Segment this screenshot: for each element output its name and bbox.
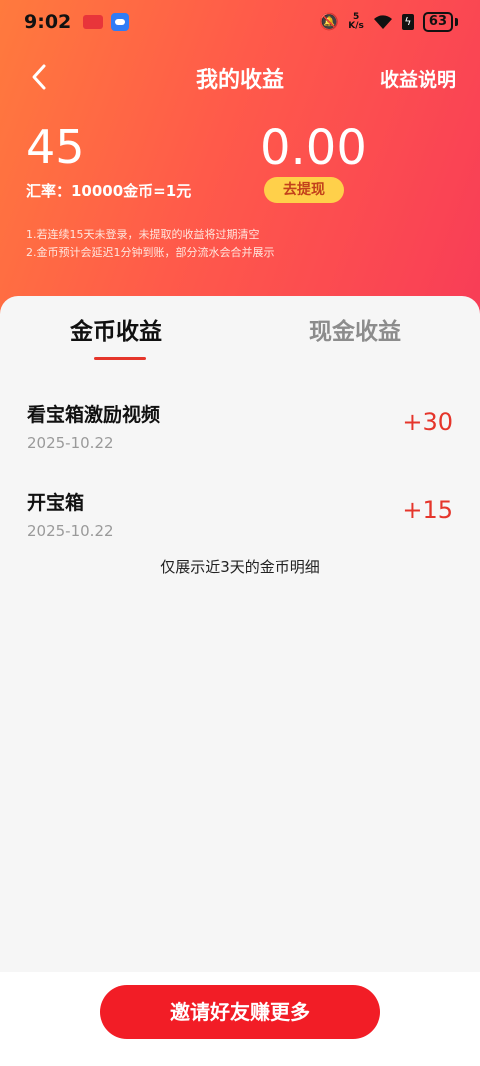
withdraw-button[interactable]: 去提现 [264, 177, 344, 203]
earnings-info-link[interactable]: 收益说明 [380, 65, 456, 92]
status-time: 9:02 [24, 11, 72, 33]
record-date: 2025-10.22 [27, 522, 114, 540]
tab-bar: 金币收益 现金收益 [0, 296, 480, 372]
record-title: 看宝箱激励视频 [27, 404, 161, 426]
records-panel: 金币收益 现金收益 看宝箱激励视频 2025-10.22 +30 开宝箱 202… [0, 296, 480, 972]
record-value: +15 [402, 496, 453, 524]
battery-level: 63 [422, 12, 453, 32]
records-hint: 仅展示近3天的金币明细 [160, 558, 320, 576]
exchange-rate: 汇率：10000金币=1元 [26, 182, 192, 200]
list-item: 看宝箱激励视频 2025-10.22 +30 [0, 400, 480, 470]
bottom-bar: 邀请好友赚更多 [0, 972, 480, 1066]
wifi-icon [373, 15, 392, 29]
notes: 1.若连续15天未登录，未提取的收益将过期清空 2.金币预计会延迟1分钟到账，部… [26, 226, 275, 262]
list-item: 开宝箱 2025-10.22 +15 [0, 488, 480, 558]
tab-cash-earnings[interactable]: 现金收益 [309, 312, 401, 346]
top-nav: 我的收益 收益说明 [0, 56, 480, 100]
invite-friends-button[interactable]: 邀请好友赚更多 [100, 985, 380, 1039]
net-speed-unit: K/s [348, 21, 364, 31]
charging-icon: ϟ [401, 14, 414, 30]
status-icons: 🔕 5 K/s ϟ 63 [319, 12, 458, 32]
note-line: 1.若连续15天未登录，未提取的收益将过期清空 [26, 228, 260, 241]
coin-balance: 45 [26, 120, 85, 174]
record-title: 开宝箱 [27, 492, 85, 514]
cash-balance: 0.00 [260, 120, 367, 176]
record-value: +30 [402, 408, 453, 436]
battery-tip-icon [455, 18, 458, 26]
status-bar: 9:02 🔕 5 K/s ϟ 63 [0, 0, 480, 44]
active-tab-indicator [94, 357, 146, 360]
network-speed: 5 K/s [348, 13, 364, 31]
cloud-app-icon [111, 13, 130, 31]
record-date: 2025-10.22 [27, 434, 114, 452]
mute-bell-icon: 🔕 [319, 12, 340, 31]
note-line: 2.金币预计会延迟1分钟到账，部分流水会合并展示 [26, 246, 275, 259]
earnings-header: 9:02 🔕 5 K/s ϟ 63 我的收益 收益说明 45 汇率：10000金… [0, 0, 480, 320]
app-notification-icon [83, 15, 104, 29]
tab-coin-earnings[interactable]: 金币收益 [70, 312, 162, 346]
